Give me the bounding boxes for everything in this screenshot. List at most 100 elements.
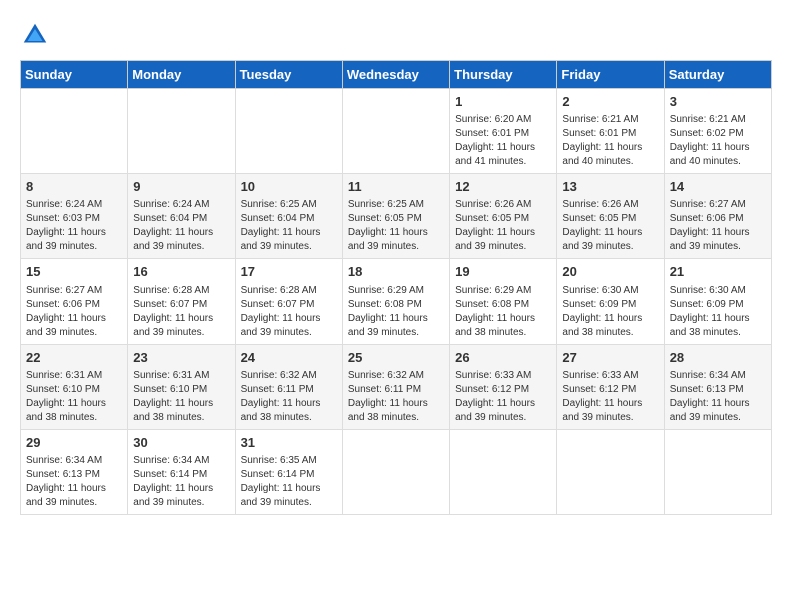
day-info: Sunrise: 6:28 AM Sunset: 6:07 PM Dayligh… [133, 284, 229, 340]
day-number: 12 [455, 178, 551, 196]
calendar-day-cell [557, 429, 664, 514]
day-info: Sunrise: 6:21 AM Sunset: 6:01 PM Dayligh… [562, 113, 658, 169]
calendar-day-cell: 18 Sunrise: 6:29 AM Sunset: 6:08 PM Dayl… [342, 259, 449, 344]
day-info: Sunrise: 6:32 AM Sunset: 6:11 PM Dayligh… [241, 369, 337, 425]
day-number: 25 [348, 349, 444, 367]
day-info: Sunrise: 6:29 AM Sunset: 6:08 PM Dayligh… [455, 284, 551, 340]
day-info: Sunrise: 6:27 AM Sunset: 6:06 PM Dayligh… [26, 284, 122, 340]
day-number: 22 [26, 349, 122, 367]
day-info: Sunrise: 6:20 AM Sunset: 6:01 PM Dayligh… [455, 113, 551, 169]
calendar-day-cell [128, 89, 235, 174]
day-number: 2 [562, 93, 658, 111]
logo [20, 20, 54, 50]
calendar-day-cell: 26 Sunrise: 6:33 AM Sunset: 6:12 PM Dayl… [450, 344, 557, 429]
day-number: 14 [670, 178, 766, 196]
day-number: 24 [241, 349, 337, 367]
calendar-day-cell: 29 Sunrise: 6:34 AM Sunset: 6:13 PM Dayl… [21, 429, 128, 514]
calendar-day-cell: 22 Sunrise: 6:31 AM Sunset: 6:10 PM Dayl… [21, 344, 128, 429]
calendar-day-cell: 10 Sunrise: 6:25 AM Sunset: 6:04 PM Dayl… [235, 174, 342, 259]
day-info: Sunrise: 6:25 AM Sunset: 6:04 PM Dayligh… [241, 198, 337, 254]
day-number: 17 [241, 263, 337, 281]
calendar-day-cell: 25 Sunrise: 6:32 AM Sunset: 6:11 PM Dayl… [342, 344, 449, 429]
day-of-week-header: Thursday [450, 61, 557, 89]
calendar-day-cell: 12 Sunrise: 6:26 AM Sunset: 6:05 PM Dayl… [450, 174, 557, 259]
day-number: 23 [133, 349, 229, 367]
day-number: 3 [670, 93, 766, 111]
calendar-week-row: 22 Sunrise: 6:31 AM Sunset: 6:10 PM Dayl… [21, 344, 772, 429]
day-info: Sunrise: 6:26 AM Sunset: 6:05 PM Dayligh… [455, 198, 551, 254]
day-number: 11 [348, 178, 444, 196]
calendar-day-cell [21, 89, 128, 174]
day-number: 27 [562, 349, 658, 367]
day-of-week-header: Friday [557, 61, 664, 89]
calendar-day-cell: 1 Sunrise: 6:20 AM Sunset: 6:01 PM Dayli… [450, 89, 557, 174]
calendar-day-cell: 23 Sunrise: 6:31 AM Sunset: 6:10 PM Dayl… [128, 344, 235, 429]
day-number: 10 [241, 178, 337, 196]
header [20, 20, 772, 50]
calendar-day-cell [235, 89, 342, 174]
day-info: Sunrise: 6:33 AM Sunset: 6:12 PM Dayligh… [562, 369, 658, 425]
calendar-week-row: 8 Sunrise: 6:24 AM Sunset: 6:03 PM Dayli… [21, 174, 772, 259]
calendar-day-cell: 20 Sunrise: 6:30 AM Sunset: 6:09 PM Dayl… [557, 259, 664, 344]
day-info: Sunrise: 6:31 AM Sunset: 6:10 PM Dayligh… [133, 369, 229, 425]
day-info: Sunrise: 6:27 AM Sunset: 6:06 PM Dayligh… [670, 198, 766, 254]
day-info: Sunrise: 6:24 AM Sunset: 6:03 PM Dayligh… [26, 198, 122, 254]
day-info: Sunrise: 6:21 AM Sunset: 6:02 PM Dayligh… [670, 113, 766, 169]
calendar-day-cell [342, 89, 449, 174]
day-number: 8 [26, 178, 122, 196]
day-number: 19 [455, 263, 551, 281]
calendar-day-cell: 11 Sunrise: 6:25 AM Sunset: 6:05 PM Dayl… [342, 174, 449, 259]
day-number: 1 [455, 93, 551, 111]
day-of-week-header: Tuesday [235, 61, 342, 89]
calendar-day-cell: 28 Sunrise: 6:34 AM Sunset: 6:13 PM Dayl… [664, 344, 771, 429]
day-info: Sunrise: 6:35 AM Sunset: 6:14 PM Dayligh… [241, 454, 337, 510]
calendar-table: SundayMondayTuesdayWednesdayThursdayFrid… [20, 60, 772, 515]
calendar-week-row: 1 Sunrise: 6:20 AM Sunset: 6:01 PM Dayli… [21, 89, 772, 174]
calendar-day-cell: 30 Sunrise: 6:34 AM Sunset: 6:14 PM Dayl… [128, 429, 235, 514]
calendar-day-cell: 16 Sunrise: 6:28 AM Sunset: 6:07 PM Dayl… [128, 259, 235, 344]
day-number: 30 [133, 434, 229, 452]
day-number: 29 [26, 434, 122, 452]
calendar-day-cell: 2 Sunrise: 6:21 AM Sunset: 6:01 PM Dayli… [557, 89, 664, 174]
day-number: 15 [26, 263, 122, 281]
day-info: Sunrise: 6:32 AM Sunset: 6:11 PM Dayligh… [348, 369, 444, 425]
day-number: 31 [241, 434, 337, 452]
calendar-day-cell: 15 Sunrise: 6:27 AM Sunset: 6:06 PM Dayl… [21, 259, 128, 344]
day-number: 26 [455, 349, 551, 367]
day-info: Sunrise: 6:25 AM Sunset: 6:05 PM Dayligh… [348, 198, 444, 254]
day-number: 28 [670, 349, 766, 367]
day-number: 18 [348, 263, 444, 281]
day-info: Sunrise: 6:31 AM Sunset: 6:10 PM Dayligh… [26, 369, 122, 425]
day-info: Sunrise: 6:34 AM Sunset: 6:14 PM Dayligh… [133, 454, 229, 510]
day-info: Sunrise: 6:28 AM Sunset: 6:07 PM Dayligh… [241, 284, 337, 340]
calendar-day-cell: 21 Sunrise: 6:30 AM Sunset: 6:09 PM Dayl… [664, 259, 771, 344]
calendar-day-cell: 17 Sunrise: 6:28 AM Sunset: 6:07 PM Dayl… [235, 259, 342, 344]
calendar-day-cell: 19 Sunrise: 6:29 AM Sunset: 6:08 PM Dayl… [450, 259, 557, 344]
calendar-week-row: 29 Sunrise: 6:34 AM Sunset: 6:13 PM Dayl… [21, 429, 772, 514]
day-info: Sunrise: 6:30 AM Sunset: 6:09 PM Dayligh… [562, 284, 658, 340]
calendar-day-cell: 24 Sunrise: 6:32 AM Sunset: 6:11 PM Dayl… [235, 344, 342, 429]
calendar-day-cell [342, 429, 449, 514]
day-of-week-header: Monday [128, 61, 235, 89]
day-info: Sunrise: 6:34 AM Sunset: 6:13 PM Dayligh… [26, 454, 122, 510]
day-of-week-header: Sunday [21, 61, 128, 89]
day-of-week-header: Saturday [664, 61, 771, 89]
calendar-day-cell [664, 429, 771, 514]
day-of-week-header: Wednesday [342, 61, 449, 89]
calendar-day-cell: 31 Sunrise: 6:35 AM Sunset: 6:14 PM Dayl… [235, 429, 342, 514]
day-info: Sunrise: 6:26 AM Sunset: 6:05 PM Dayligh… [562, 198, 658, 254]
calendar-header-row: SundayMondayTuesdayWednesdayThursdayFrid… [21, 61, 772, 89]
day-info: Sunrise: 6:24 AM Sunset: 6:04 PM Dayligh… [133, 198, 229, 254]
day-number: 16 [133, 263, 229, 281]
calendar-day-cell: 13 Sunrise: 6:26 AM Sunset: 6:05 PM Dayl… [557, 174, 664, 259]
day-number: 9 [133, 178, 229, 196]
day-info: Sunrise: 6:29 AM Sunset: 6:08 PM Dayligh… [348, 284, 444, 340]
calendar-day-cell: 8 Sunrise: 6:24 AM Sunset: 6:03 PM Dayli… [21, 174, 128, 259]
day-number: 13 [562, 178, 658, 196]
day-number: 20 [562, 263, 658, 281]
calendar-day-cell: 27 Sunrise: 6:33 AM Sunset: 6:12 PM Dayl… [557, 344, 664, 429]
calendar-day-cell: 14 Sunrise: 6:27 AM Sunset: 6:06 PM Dayl… [664, 174, 771, 259]
day-info: Sunrise: 6:30 AM Sunset: 6:09 PM Dayligh… [670, 284, 766, 340]
day-info: Sunrise: 6:34 AM Sunset: 6:13 PM Dayligh… [670, 369, 766, 425]
calendar-day-cell: 9 Sunrise: 6:24 AM Sunset: 6:04 PM Dayli… [128, 174, 235, 259]
